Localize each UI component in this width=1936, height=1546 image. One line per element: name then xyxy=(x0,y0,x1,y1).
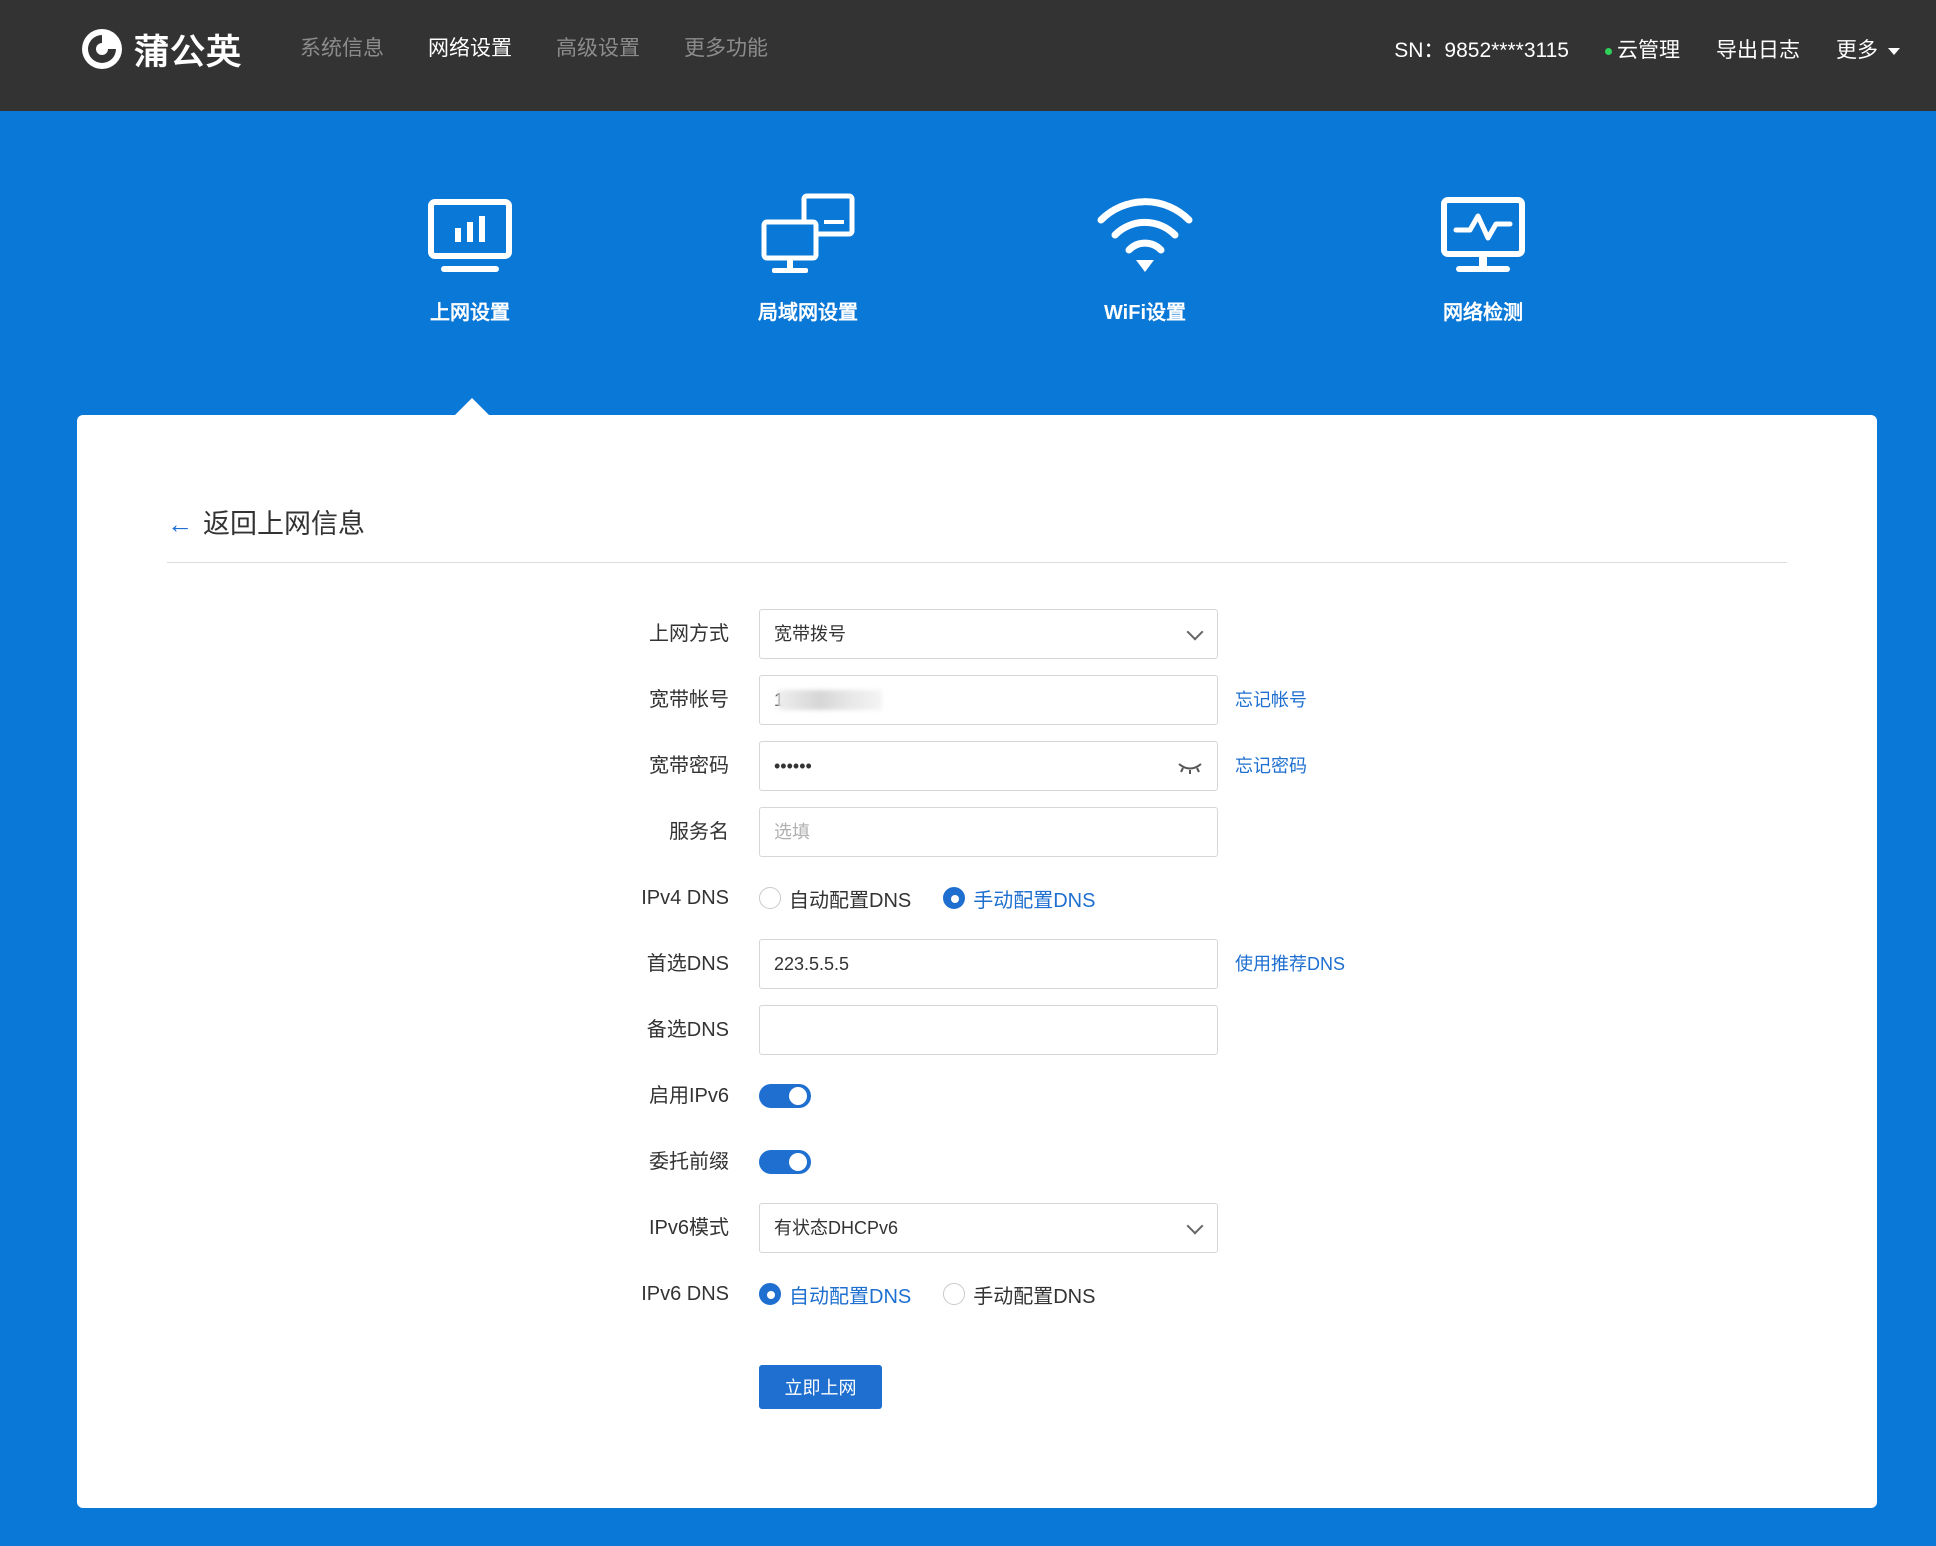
eye-closed-icon[interactable] xyxy=(1177,757,1203,777)
divider xyxy=(167,562,1787,563)
ipv6-dns-auto-label: 自动配置DNS xyxy=(789,1285,912,1308)
settings-card: ← 返回上网信息 上网方式 宽带拨号 宽带帐号 1 忘记帐号 宽带密码 ••••… xyxy=(77,415,1877,1508)
active-tile-pointer xyxy=(455,398,489,415)
export-log-link[interactable]: 导出日志 xyxy=(1716,36,1800,66)
row-prefix-delegation: 委托前缀 xyxy=(77,1137,1877,1187)
row-secondary-dns: 备选DNS xyxy=(77,1005,1877,1055)
row-ipv6-dns: IPv6 DNS 自动配置DNS 手动配置DNS xyxy=(77,1269,1877,1319)
radio-unchecked-icon xyxy=(759,887,781,909)
secondary-dns-label: 备选DNS xyxy=(646,1019,729,1041)
ipv4-dns-radio-group: 自动配置DNS 手动配置DNS xyxy=(759,873,1127,923)
logo-icon xyxy=(82,29,122,69)
ipv6-dns-manual-label: 手动配置DNS xyxy=(973,1285,1096,1308)
secondary-dns-input[interactable] xyxy=(759,1005,1218,1055)
online-status-icon xyxy=(1605,47,1612,55)
recommended-dns-link[interactable]: 使用推荐DNS xyxy=(1235,939,1345,989)
top-bar: 蒲公英 系统信息 网络设置 高级设置 更多功能 SN：9852****3115 … xyxy=(0,0,1936,111)
forgot-password-link[interactable]: 忘记密码 xyxy=(1235,741,1307,791)
more-menu[interactable]: 更多 xyxy=(1836,36,1900,66)
ipv6-dns-manual-radio[interactable]: 手动配置DNS xyxy=(943,1280,1095,1309)
row-ipv4-dns: IPv4 DNS 自动配置DNS 手动配置DNS xyxy=(77,873,1877,923)
nav-more-features[interactable]: 更多功能 xyxy=(684,34,768,64)
prefix-delegation-label: 委托前缀 xyxy=(649,1151,729,1173)
password-label: 宽带密码 xyxy=(649,755,729,777)
network-monitor-icon xyxy=(1441,197,1525,272)
back-link[interactable]: ← 返回上网信息 xyxy=(167,507,365,541)
tile-network-detection[interactable]: 网络检测 xyxy=(1383,190,1583,325)
row-account: 宽带帐号 1 忘记帐号 xyxy=(77,675,1877,725)
ipv6-dns-auto-radio[interactable]: 自动配置DNS xyxy=(759,1280,911,1309)
monitor-chart-icon xyxy=(428,199,512,272)
tile-lan-settings[interactable]: 局域网设置 xyxy=(708,190,908,325)
tile-internet-settings-label: 上网设置 xyxy=(430,302,510,324)
cloud-management-link[interactable]: 云管理 xyxy=(1605,36,1680,66)
header-actions: SN：9852****3115 云管理 导出日志 更多 xyxy=(1394,36,1900,66)
enable-ipv6-toggle[interactable] xyxy=(759,1084,811,1108)
radio-checked-icon xyxy=(759,1283,781,1305)
chevron-down-icon xyxy=(1186,1217,1204,1235)
ipv4-dns-manual-label: 手动配置DNS xyxy=(973,889,1096,912)
main-nav: 系统信息 网络设置 高级设置 更多功能 xyxy=(300,34,812,64)
ipv6-mode-select[interactable]: 有状态DHCPv6 xyxy=(759,1203,1218,1253)
primary-dns-label: 首选DNS xyxy=(646,953,729,975)
nav-system-info[interactable]: 系统信息 xyxy=(300,34,384,64)
nav-network-settings[interactable]: 网络设置 xyxy=(428,34,512,64)
cloud-management-label: 云管理 xyxy=(1617,39,1680,62)
account-label: 宽带帐号 xyxy=(649,689,729,711)
connection-type-value: 宽带拨号 xyxy=(774,624,846,644)
more-menu-label: 更多 xyxy=(1836,39,1878,62)
row-primary-dns: 首选DNS 使用推荐DNS xyxy=(77,939,1877,989)
forgot-account-link[interactable]: 忘记帐号 xyxy=(1235,675,1307,725)
connect-now-button[interactable]: 立即上网 xyxy=(759,1365,882,1409)
primary-dns-input[interactable] xyxy=(759,939,1218,989)
account-input[interactable]: 1 xyxy=(759,675,1218,725)
password-value: •••••• xyxy=(774,756,812,776)
radio-unchecked-icon xyxy=(943,1283,966,1305)
connection-type-select[interactable]: 宽带拨号 xyxy=(759,609,1218,659)
ipv6-mode-label: IPv6模式 xyxy=(648,1217,729,1239)
ipv6-mode-value: 有状态DHCPv6 xyxy=(774,1218,899,1238)
tile-wifi-settings[interactable]: WiFi设置 xyxy=(1045,190,1245,325)
serial-number: SN：9852****3115 xyxy=(1394,39,1569,62)
brand-name: 蒲公英 xyxy=(134,32,243,72)
ipv4-dns-auto-radio[interactable]: 自动配置DNS xyxy=(759,884,911,913)
radio-checked-icon xyxy=(943,887,966,909)
caret-down-icon xyxy=(1888,47,1900,55)
service-name-label: 服务名 xyxy=(669,821,729,843)
ipv4-dns-manual-radio[interactable]: 手动配置DNS xyxy=(943,884,1095,913)
back-label: 返回上网信息 xyxy=(203,509,365,539)
tile-lan-settings-label: 局域网设置 xyxy=(758,302,858,324)
redaction-blur xyxy=(778,690,882,710)
tile-network-detection-label: 网络检测 xyxy=(1443,302,1523,324)
tile-wifi-settings-label: WiFi设置 xyxy=(1103,302,1187,324)
service-name-input[interactable] xyxy=(759,807,1218,857)
arrow-left-icon: ← xyxy=(167,509,193,539)
ipv4-dns-auto-label: 自动配置DNS xyxy=(789,889,912,912)
nav-advanced-settings[interactable]: 高级设置 xyxy=(556,34,640,64)
brand-logo[interactable]: 蒲公英 xyxy=(78,26,242,72)
connection-type-label: 上网方式 xyxy=(649,623,729,645)
chevron-down-icon xyxy=(1186,623,1204,641)
tile-internet-settings[interactable]: 上网设置 xyxy=(370,190,570,325)
prefix-delegation-toggle[interactable] xyxy=(759,1150,811,1174)
row-service-name: 服务名 xyxy=(77,807,1877,857)
ipv4-dns-label: IPv4 DNS xyxy=(641,887,729,909)
password-input[interactable]: •••••• xyxy=(759,741,1218,791)
row-enable-ipv6: 启用IPv6 xyxy=(77,1071,1877,1121)
lan-devices-icon xyxy=(761,193,855,273)
wifi-icon xyxy=(1097,198,1193,272)
ipv6-dns-label: IPv6 DNS xyxy=(641,1283,729,1305)
ipv6-dns-radio-group: 自动配置DNS 手动配置DNS xyxy=(759,1269,1127,1319)
row-ipv6-mode: IPv6模式 有状态DHCPv6 xyxy=(77,1203,1877,1253)
enable-ipv6-label: 启用IPv6 xyxy=(648,1085,729,1107)
row-password: 宽带密码 •••••• 忘记密码 xyxy=(77,741,1877,791)
row-connection-type: 上网方式 宽带拨号 xyxy=(77,609,1877,659)
